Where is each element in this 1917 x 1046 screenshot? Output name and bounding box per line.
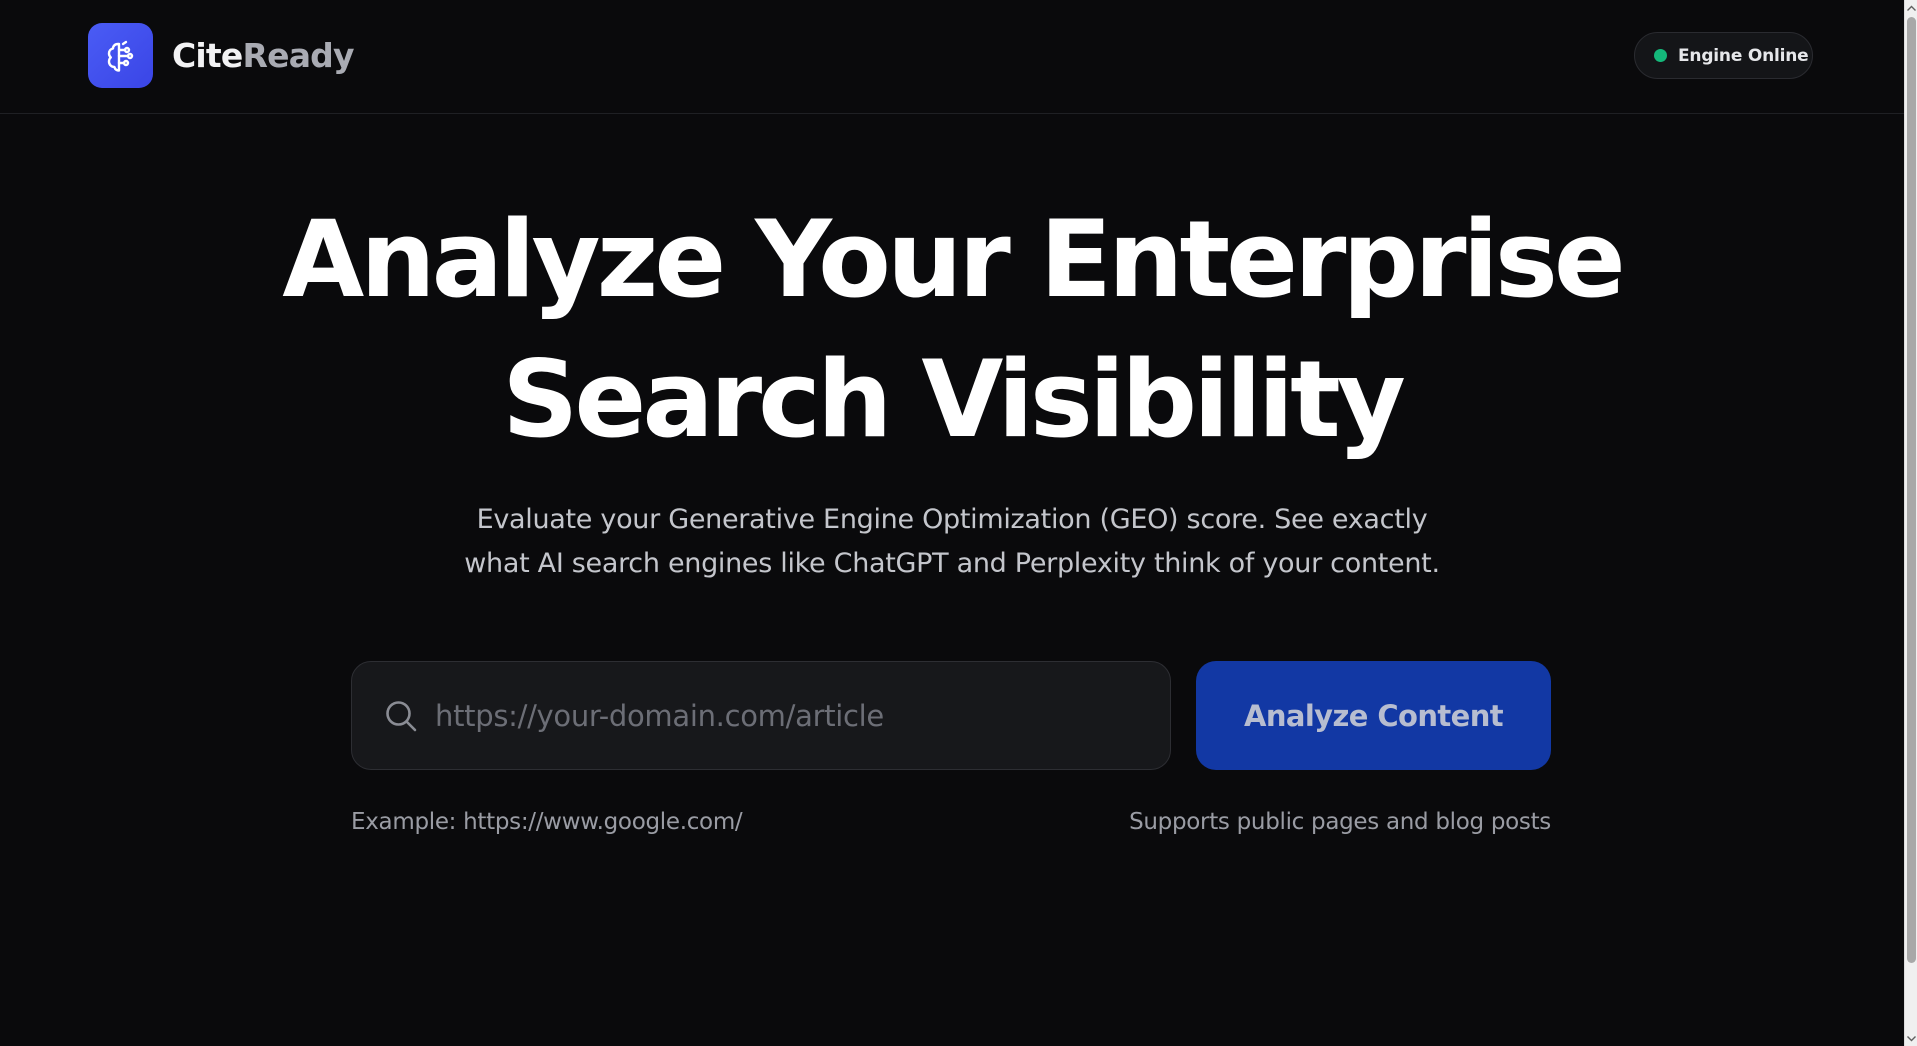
brand-name: CiteReady	[172, 36, 355, 75]
example-hint: Example: https://www.google.com/	[351, 809, 743, 835]
brain-circuit-icon	[88, 23, 153, 88]
vertical-scrollbar[interactable]	[1904, 0, 1917, 1046]
top-header: CiteReady Engine Online	[0, 0, 1904, 114]
brand[interactable]: CiteReady	[88, 23, 355, 88]
scroll-down-arrow-icon[interactable]	[1905, 1031, 1917, 1046]
engine-status-badge: Engine Online	[1634, 32, 1813, 79]
status-dot-icon	[1654, 49, 1667, 62]
brand-name-accent: Ready	[242, 36, 355, 75]
support-hint: Supports public pages and blog posts	[1129, 809, 1551, 835]
analyze-content-button[interactable]: Analyze Content	[1196, 661, 1551, 770]
hero-subtitle-line-2: what AI search engines like ChatGPT and …	[464, 548, 1440, 579]
url-input[interactable]	[435, 685, 1135, 746]
scroll-up-arrow-icon[interactable]	[1905, 0, 1917, 15]
hero-subtitle-line-1: Evaluate your Generative Engine Optimiza…	[476, 504, 1428, 535]
search-icon	[386, 700, 417, 731]
hero-subtitle: Evaluate your Generative Engine Optimiza…	[360, 498, 1544, 586]
hero-title: Analyze Your Enterprise Search Visibilit…	[260, 190, 1644, 470]
url-search-box[interactable]	[351, 661, 1171, 770]
hero-title-line-1: Analyze Your Enterprise	[282, 198, 1626, 321]
status-text: Engine Online	[1678, 45, 1809, 66]
hero-title-line-2: Search Visibility	[502, 338, 1406, 461]
brand-name-main: Cite	[172, 36, 243, 75]
page: CiteReady Engine Online Analyze Your Ent…	[0, 0, 1917, 1046]
scrollbar-thumb[interactable]	[1907, 17, 1916, 963]
